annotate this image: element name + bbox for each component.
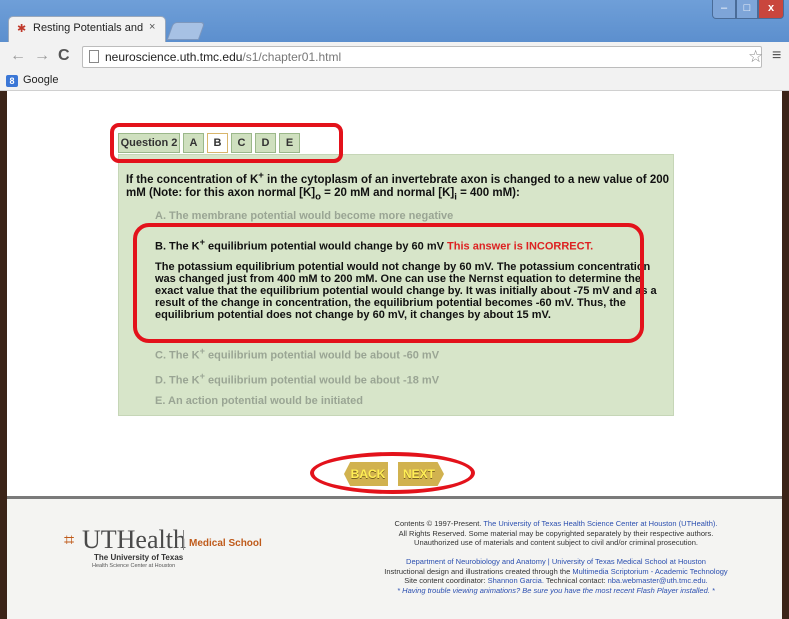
bookmark-google[interactable]: Google bbox=[23, 74, 58, 86]
instructional-line: Instructional design and illustrations c… bbox=[346, 567, 766, 577]
url-path: /s1/chapter01.html bbox=[242, 50, 342, 64]
flash-note[interactable]: * Having trouble viewing animations? Be … bbox=[346, 586, 766, 596]
new-tab-button[interactable] bbox=[166, 22, 206, 40]
page-icon bbox=[89, 50, 99, 63]
contents-prefix: Contents © 1997-Present. bbox=[394, 519, 482, 528]
contacts-line: Site content coordinator: Shannon Garcia… bbox=[346, 576, 766, 586]
question-part3: = 20 mM and normal [K] bbox=[320, 186, 455, 199]
option-c-suffix: equilibrium potential would be about -60… bbox=[204, 349, 440, 362]
rights-line: All Rights Reserved. Some material may b… bbox=[398, 528, 714, 538]
browser-toolbar: ← → C neuroscience.uth.tmc.edu/s1/chapte… bbox=[0, 42, 789, 72]
question-part1: If the concentration of K bbox=[126, 173, 259, 186]
option-d-suffix: equilibrium potential would be about -18… bbox=[204, 374, 440, 387]
option-e[interactable]: E. An action potential would be initiate… bbox=[155, 395, 363, 407]
logo-university: The University of Texas bbox=[94, 553, 184, 562]
dept-line: Department of Neurobiology and Anatomy |… bbox=[346, 557, 766, 567]
url-text: neuroscience.uth.tmc.edu/s1/chapter01.ht… bbox=[105, 50, 341, 64]
uthealth-logo[interactable]: UTHealth bbox=[82, 525, 186, 555]
option-c-prefix: C. The K bbox=[155, 349, 200, 362]
bookmark-star-icon[interactable]: ☆ bbox=[748, 47, 763, 67]
question-text: If the concentration of K+ in the cytopl… bbox=[126, 169, 671, 203]
footer-credits: Department of Neurobiology and Anatomy |… bbox=[346, 557, 766, 595]
instructional-prefix: Instructional design and illustrations c… bbox=[384, 566, 571, 576]
tab-favicon-icon: ✱ bbox=[17, 23, 27, 35]
reload-icon[interactable]: C bbox=[58, 47, 70, 65]
maximize-button[interactable]: □ bbox=[736, 0, 758, 19]
logo-center: Health Science Center at Houston bbox=[92, 563, 176, 569]
address-bar[interactable]: neuroscience.uth.tmc.edu/s1/chapter01.ht… bbox=[82, 46, 762, 68]
option-d-prefix: D. The K bbox=[155, 374, 200, 387]
tab-close-icon[interactable]: × bbox=[149, 21, 155, 33]
scriptorium-link[interactable]: Multimedia Scriptorium - Academic Techno… bbox=[572, 567, 727, 576]
window-controls: – □ x bbox=[712, 0, 784, 20]
forward-arrow-icon[interactable]: → bbox=[34, 47, 50, 65]
menu-icon[interactable]: ≡ bbox=[772, 47, 781, 65]
dept-link[interactable]: Department of Neurobiology and Anatomy |… bbox=[406, 557, 706, 566]
uthealth-logo-icon: ⌗ bbox=[64, 530, 75, 550]
back-arrow-icon[interactable]: ← bbox=[10, 47, 26, 65]
logo-separator bbox=[183, 530, 184, 550]
uthealth-link[interactable]: The University of Texas Health Science C… bbox=[483, 519, 717, 528]
minimize-button[interactable]: – bbox=[712, 0, 736, 19]
close-window-button[interactable]: x bbox=[758, 0, 784, 19]
copyright-line: Contents © 1997-Present. The University … bbox=[346, 519, 766, 529]
webmaster-link[interactable]: nba.webmaster@uth.tmc.edu. bbox=[608, 576, 708, 585]
question-part4: = 400 mM): bbox=[456, 186, 520, 199]
coordinator-prefix: Site content coordinator: bbox=[404, 576, 486, 585]
logo-school: Medical School bbox=[189, 538, 262, 549]
option-c[interactable]: C. The K+ equilibrium potential would be… bbox=[155, 346, 439, 362]
right-border bbox=[782, 91, 789, 619]
left-border bbox=[0, 91, 7, 619]
annotation-answer-highlight bbox=[133, 223, 644, 343]
bookmarks-bar: 8 Google bbox=[0, 72, 789, 91]
coordinator-link[interactable]: Shannon Garcia. bbox=[488, 576, 544, 585]
footer-copyright: Contents © 1997-Present. The University … bbox=[346, 519, 766, 548]
url-host: neuroscience.uth.tmc.edu bbox=[105, 50, 243, 64]
annotation-tabs-highlight bbox=[110, 123, 343, 163]
option-a[interactable]: A. The membrane potential would become m… bbox=[155, 210, 453, 222]
annotation-nav-highlight bbox=[310, 452, 475, 494]
browser-tab[interactable]: ✱ Resting Potentials and Act × bbox=[8, 16, 166, 42]
option-d[interactable]: D. The K+ equilibrium potential would be… bbox=[155, 371, 439, 387]
google-icon: 8 bbox=[6, 75, 18, 87]
tab-title: Resting Potentials and Act bbox=[33, 22, 145, 34]
tech-prefix: Technical contact: bbox=[545, 576, 606, 585]
unauthorized-line: Unauthorized use of materials and conten… bbox=[414, 538, 698, 547]
